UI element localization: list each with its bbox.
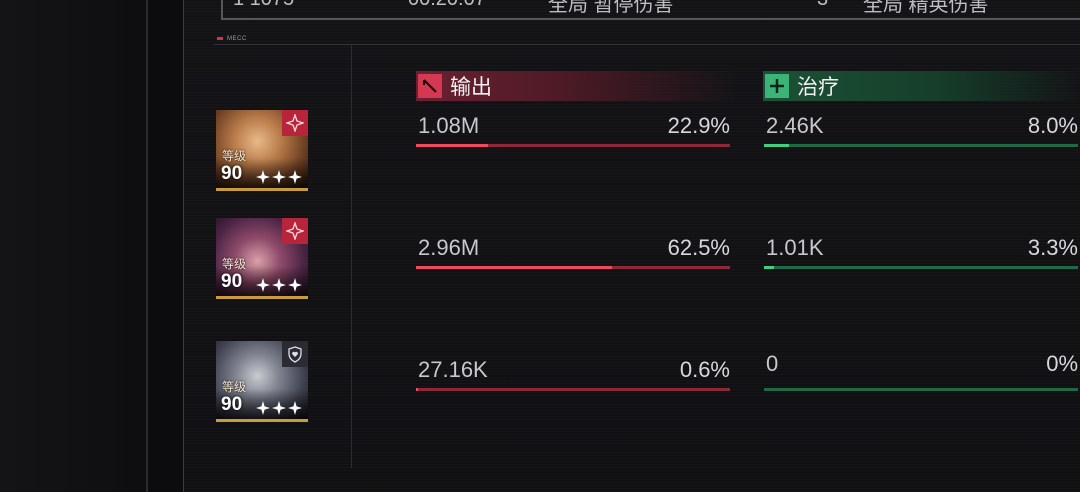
heal-stat-1: 2.46K 8.0% <box>764 113 1078 149</box>
damage-bar <box>416 388 730 391</box>
damage-bar <box>416 266 730 269</box>
star-icon <box>288 401 302 415</box>
damage-bar-fill <box>416 266 613 269</box>
damage-stat-2: 2.96M 62.5% <box>416 235 730 271</box>
level-label: 等级 <box>222 380 247 394</box>
compass-star-icon <box>282 218 308 244</box>
heal-percent: 0% <box>1046 351 1078 376</box>
heal-value: 0 <box>766 351 779 376</box>
damage-percent: 22.9% <box>667 113 730 138</box>
summary-cell-5: 全局 精英伤害 <box>863 0 989 16</box>
compass-star-icon <box>282 110 308 136</box>
heal-stat-2: 1.01K 3.3% <box>764 235 1078 271</box>
damage-percent: 0.6% <box>679 357 730 382</box>
section-divider <box>214 44 1080 45</box>
background-left <box>0 0 150 492</box>
previous-summary-row: 1 1075 00:20:07 全局 暂停伤害 3 全局 精英伤害 <box>221 0 1080 20</box>
level-label: 等级 <box>222 149 247 163</box>
heal-value: 1.01K <box>766 235 824 260</box>
character-portrait-3[interactable]: 等级 90 <box>216 341 308 422</box>
star-icon <box>256 170 270 184</box>
damage-header-label: 输出 <box>450 76 492 99</box>
star-icon <box>272 278 286 292</box>
heal-stat-3: 0 0% <box>764 351 1078 391</box>
star-icon <box>288 278 302 292</box>
level-value: 90 <box>221 394 243 415</box>
plus-icon <box>765 74 789 98</box>
damage-value: 1.08M <box>418 113 480 138</box>
star-rating <box>256 170 302 184</box>
sword-slash-icon <box>418 74 442 98</box>
heal-percent: 3.3% <box>1027 235 1078 260</box>
level-value: 90 <box>221 163 243 184</box>
character-portrait-1[interactable]: 等级 90 <box>216 110 308 191</box>
level-value: 90 <box>221 271 243 292</box>
star-icon <box>256 278 270 292</box>
level-label: 等级 <box>222 257 247 271</box>
frame-divider <box>146 0 148 492</box>
section-tag: MECC <box>217 36 247 42</box>
star-icon <box>272 170 286 184</box>
character-portrait-2[interactable]: 等级 90 <box>216 218 308 299</box>
heal-bar <box>764 144 1078 147</box>
damage-percent: 62.5% <box>667 235 730 260</box>
column-divider <box>351 44 352 468</box>
damage-bar-fill <box>416 388 418 391</box>
heal-bar <box>764 266 1078 269</box>
star-icon <box>288 170 302 184</box>
star-rating <box>256 278 302 292</box>
heal-percent: 8.0% <box>1027 113 1078 138</box>
summary-cell-3: 全局 暂停伤害 <box>548 0 674 16</box>
star-icon <box>256 401 270 415</box>
heal-bar-fill <box>764 266 775 269</box>
summary-cell-1: 1 1075 <box>233 0 294 11</box>
star-rating <box>256 401 302 415</box>
heal-value: 2.46K <box>766 113 824 138</box>
damage-stat-3: 27.16K 0.6% <box>416 357 730 393</box>
damage-bar <box>416 144 730 147</box>
heal-header-label: 治疗 <box>797 76 839 99</box>
heal-bar-fill <box>764 144 790 147</box>
shield-heart-icon <box>282 341 308 367</box>
section-tag-label: MECC <box>227 36 247 42</box>
damage-bar-fill <box>416 144 488 147</box>
heal-bar <box>764 388 1078 391</box>
star-icon <box>272 401 286 415</box>
damage-value: 27.16K <box>418 357 488 382</box>
summary-cell-2: 00:20:07 <box>408 0 486 11</box>
heal-header: 治疗 <box>763 71 1080 101</box>
damage-value: 2.96M <box>418 235 480 260</box>
damage-stat-1: 1.08M 22.9% <box>416 113 730 149</box>
damage-header: 输出 <box>416 71 736 101</box>
summary-cell-4: 3 <box>817 0 828 11</box>
